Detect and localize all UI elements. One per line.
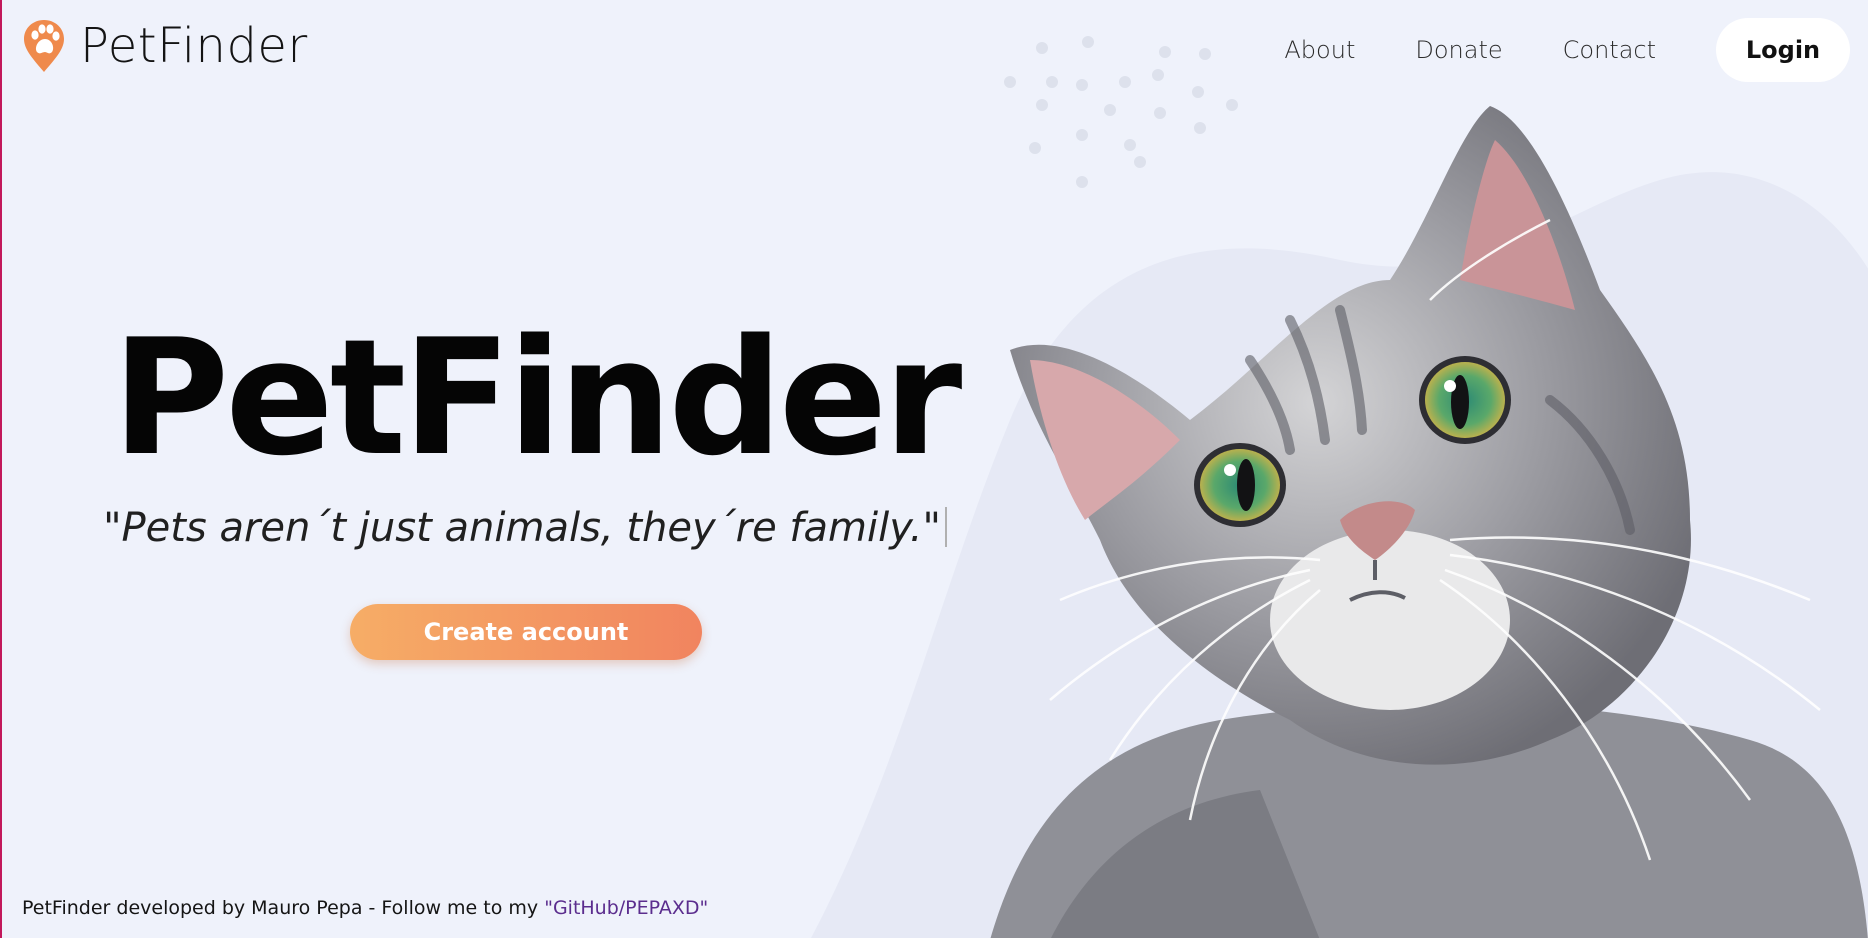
create-account-button[interactable]: Create account (350, 604, 702, 660)
nav-donate-link[interactable]: Donate (1415, 18, 1502, 82)
hero-tagline: "Pets aren´t just animals, they´re famil… (103, 505, 941, 551)
nav-about-link[interactable]: About (1284, 18, 1355, 82)
cat-image (990, 106, 1868, 940)
logo-text: PetFinder (80, 18, 308, 74)
nav-contact-link[interactable]: Contact (1563, 18, 1656, 82)
hero-title: PetFinder (112, 304, 962, 491)
github-link[interactable]: "GitHub/PEPAXD" (544, 897, 708, 919)
login-button[interactable]: Login (1716, 18, 1850, 82)
hero-tagline-wrapper: "Pets aren´t just animals, they´re famil… (0, 505, 1050, 551)
main-nav: About Donate Contact Login (1284, 18, 1850, 82)
page-edge-line (0, 0, 2, 940)
text-caret (944, 507, 947, 547)
paw-pin-icon (24, 20, 64, 72)
landing-page: PetFinder About Donate Contact Login Pet… (0, 0, 1868, 940)
footer: PetFinder developed by Mauro Pepa - Foll… (22, 897, 708, 919)
logo[interactable]: PetFinder (22, 18, 308, 74)
footer-text: PetFinder developed by Mauro Pepa - Foll… (22, 897, 545, 919)
